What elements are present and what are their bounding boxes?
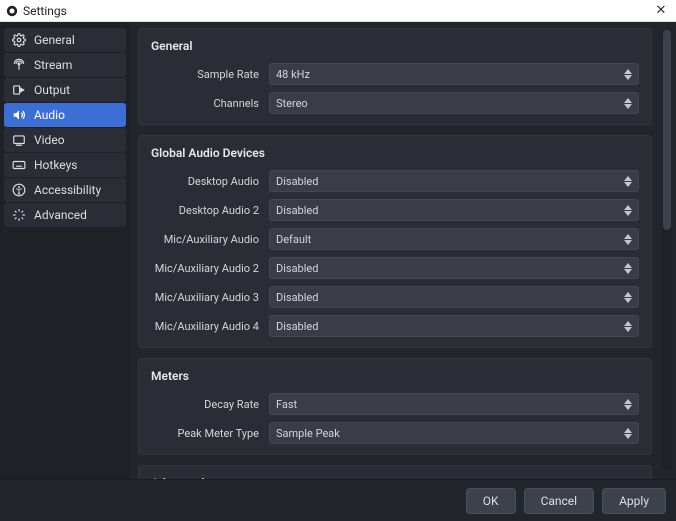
output-icon — [12, 83, 26, 97]
sidebar-item-label: Output — [34, 83, 70, 97]
window-title: Settings — [23, 4, 652, 18]
peak-meter-value: Sample Peak — [276, 427, 340, 440]
window-body: General Stream Output Audio Video Hotkey… — [0, 22, 676, 479]
sidebar-item-advanced[interactable]: Advanced — [4, 203, 126, 227]
desktop-audio-value: Disabled — [276, 175, 318, 188]
main-area: General Sample Rate 48 kHz Channels Ster… — [130, 22, 676, 479]
sidebar: General Stream Output Audio Video Hotkey… — [0, 22, 130, 479]
app-icon — [6, 5, 18, 17]
sidebar-item-label: Accessibility — [34, 183, 101, 197]
mic4-label: Mic/Auxiliary Audio 4 — [151, 320, 269, 333]
sidebar-item-label: Stream — [34, 58, 72, 72]
settings-window: Settings ✕ General Stream Output Audio — [0, 0, 676, 521]
spinner-icon — [622, 95, 634, 111]
ok-button[interactable]: OK — [466, 488, 516, 514]
mic3-value: Disabled — [276, 291, 318, 304]
peak-meter-label: Peak Meter Type — [151, 427, 269, 440]
mic2-value: Disabled — [276, 262, 318, 275]
sidebar-item-label: Video — [34, 133, 65, 147]
spinner-icon — [622, 289, 634, 305]
spinner-icon — [622, 66, 634, 82]
sidebar-item-video[interactable]: Video — [4, 128, 126, 152]
spinner-icon — [622, 318, 634, 334]
tools-icon — [12, 208, 26, 222]
section-title: Meters — [151, 369, 639, 383]
desktop-audio-select[interactable]: Disabled — [269, 170, 639, 192]
content-scroll: General Sample Rate 48 kHz Channels Ster… — [130, 22, 658, 479]
sidebar-item-label: General — [34, 33, 75, 47]
sidebar-item-output[interactable]: Output — [4, 78, 126, 102]
spinner-icon — [622, 425, 634, 441]
cancel-button[interactable]: Cancel — [524, 488, 595, 514]
mic4-value: Disabled — [276, 320, 318, 333]
keyboard-icon — [12, 158, 26, 172]
video-icon — [12, 133, 26, 147]
sidebar-item-label: Audio — [34, 108, 65, 122]
spinner-icon — [622, 260, 634, 276]
desktop-audio2-select[interactable]: Disabled — [269, 199, 639, 221]
sidebar-item-audio[interactable]: Audio — [4, 103, 126, 127]
decay-rate-select[interactable]: Fast — [269, 393, 639, 415]
mic3-label: Mic/Auxiliary Audio 3 — [151, 291, 269, 304]
audio-icon — [12, 108, 26, 122]
row-sample-rate: Sample Rate 48 kHz — [151, 63, 639, 85]
spinner-icon — [622, 202, 634, 218]
section-title: General — [151, 39, 639, 53]
decay-rate-value: Fast — [276, 398, 297, 411]
scrollbar[interactable] — [662, 30, 672, 471]
apply-button[interactable]: Apply — [602, 488, 666, 514]
channels-value: Stereo — [276, 97, 308, 110]
titlebar: Settings ✕ — [0, 0, 676, 22]
footer: OK Cancel Apply — [0, 479, 676, 521]
section-meters: Meters Decay Rate Fast Peak Meter Type Sam… — [138, 358, 652, 455]
channels-label: Channels — [151, 97, 269, 110]
broadcast-icon — [12, 58, 26, 72]
mic1-select[interactable]: Default — [269, 228, 639, 250]
sample-rate-label: Sample Rate — [151, 68, 269, 81]
close-icon[interactable]: ✕ — [652, 3, 670, 18]
decay-rate-label: Decay Rate — [151, 398, 269, 411]
sidebar-item-label: Hotkeys — [34, 158, 77, 172]
channels-select[interactable]: Stereo — [269, 92, 639, 114]
mic1-value: Default — [276, 233, 311, 246]
sidebar-item-stream[interactable]: Stream — [4, 53, 126, 77]
sidebar-item-label: Advanced — [34, 208, 87, 222]
scrollbar-thumb[interactable] — [663, 30, 671, 230]
desktop-audio2-value: Disabled — [276, 204, 318, 217]
section-devices: Global Audio Devices Desktop Audio Disabl… — [138, 135, 652, 348]
row-channels: Channels Stereo — [151, 92, 639, 114]
section-title: Global Audio Devices — [151, 146, 639, 160]
sidebar-item-hotkeys[interactable]: Hotkeys — [4, 153, 126, 177]
peak-meter-select[interactable]: Sample Peak — [269, 422, 639, 444]
desktop-audio-label: Desktop Audio — [151, 175, 269, 188]
mic2-label: Mic/Auxiliary Audio 2 — [151, 262, 269, 275]
sidebar-item-accessibility[interactable]: Accessibility — [4, 178, 126, 202]
gear-icon — [12, 33, 26, 47]
spinner-icon — [622, 173, 634, 189]
accessibility-icon — [12, 183, 26, 197]
desktop-audio2-label: Desktop Audio 2 — [151, 204, 269, 217]
mic3-select[interactable]: Disabled — [269, 286, 639, 308]
mic2-select[interactable]: Disabled — [269, 257, 639, 279]
mic4-select[interactable]: Disabled — [269, 315, 639, 337]
spinner-icon — [622, 231, 634, 247]
sidebar-item-general[interactable]: General — [4, 28, 126, 52]
section-advanced: Advanced — [138, 465, 652, 479]
section-general: General Sample Rate 48 kHz Channels Ster… — [138, 28, 652, 125]
mic1-label: Mic/Auxiliary Audio — [151, 233, 269, 246]
spinner-icon — [622, 396, 634, 412]
sample-rate-value: 48 kHz — [276, 68, 310, 81]
sample-rate-select[interactable]: 48 kHz — [269, 63, 639, 85]
